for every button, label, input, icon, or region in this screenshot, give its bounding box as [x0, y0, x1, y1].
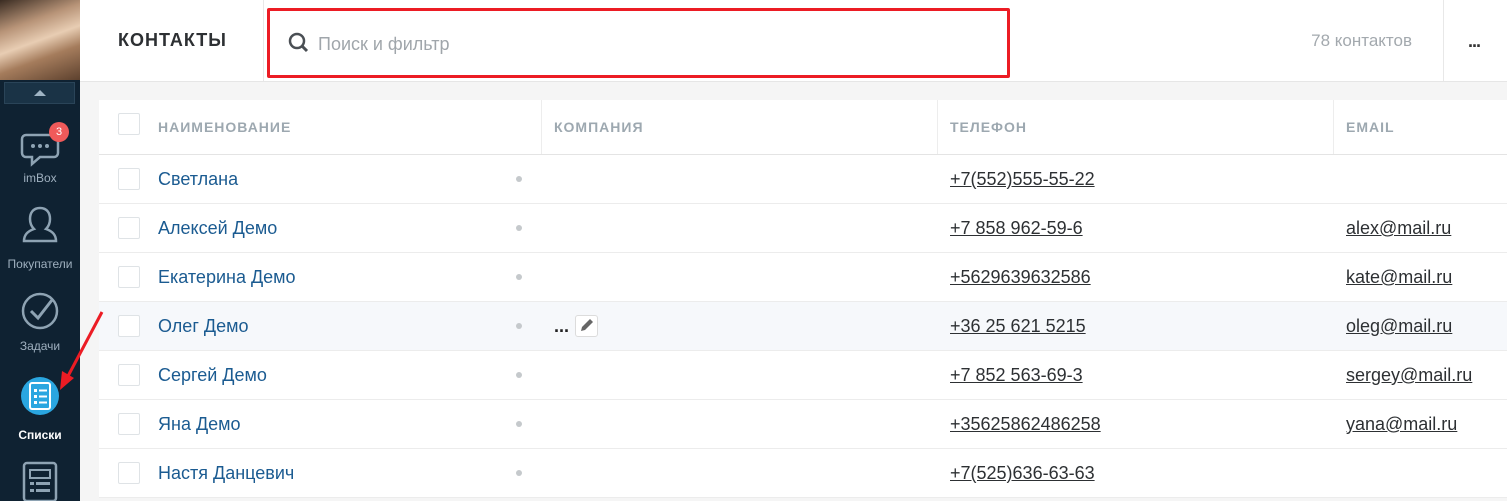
contacts-count: 78 контактов: [1311, 31, 1412, 50]
sidebar-item-catalog[interactable]: [0, 460, 80, 501]
phone-link[interactable]: +36 25 621 5215: [950, 316, 1086, 337]
sidebar-item-label: Списки: [18, 428, 62, 442]
email-link[interactable]: sergey@mail.ru: [1346, 365, 1472, 386]
search-icon: [288, 32, 309, 53]
sidebar-item-label: Задачи: [19, 339, 61, 353]
sidebar-item-lists[interactable]: Списки: [0, 373, 80, 445]
table-row[interactable]: Яна Демо +35625862486258 yana@mail.ru: [99, 400, 1507, 449]
phone-link[interactable]: +7(525)636-63-63: [950, 463, 1095, 484]
catalog-icon: [22, 461, 58, 501]
edit-company-button[interactable]: [575, 315, 598, 337]
top-bar: КОНТАКТЫ 78 контактов ...: [80, 0, 1507, 82]
pencil-icon: [581, 319, 593, 331]
search-filter-box[interactable]: [267, 8, 1010, 78]
more-options-button[interactable]: ...: [1468, 31, 1481, 52]
column-divider: [1333, 100, 1334, 154]
contact-name-link[interactable]: Яна Демо: [158, 414, 241, 435]
lists-icon: [21, 377, 59, 415]
sidebar-item-customers[interactable]: Покупатели: [0, 203, 80, 273]
row-checkbox[interactable]: [118, 364, 140, 386]
row-checkbox[interactable]: [118, 266, 140, 288]
status-dot: [516, 274, 522, 280]
row-checkbox[interactable]: [118, 168, 140, 190]
email-link[interactable]: yana@mail.ru: [1346, 414, 1457, 435]
column-header-company[interactable]: КОМПАНИЯ: [554, 119, 644, 135]
divider: [263, 0, 264, 81]
phone-link[interactable]: +7 852 563-69-3: [950, 365, 1083, 386]
collapse-up-button[interactable]: [4, 82, 75, 104]
contact-name-link[interactable]: Екатерина Демо: [158, 267, 296, 288]
status-dot: [516, 176, 522, 182]
row-checkbox[interactable]: [118, 217, 140, 239]
contact-name-link[interactable]: Олег Демо: [158, 316, 248, 337]
column-header-email[interactable]: EMAIL: [1346, 119, 1395, 135]
row-checkbox[interactable]: [118, 413, 140, 435]
status-dot: [516, 372, 522, 378]
tasks-check-icon: [21, 292, 59, 330]
user-wallpaper-avatar[interactable]: [0, 0, 80, 80]
table-row[interactable]: Светлана +7(552)555-55-22: [99, 155, 1507, 204]
table-header: НАИМЕНОВАНИЕ КОМПАНИЯ ТЕЛЕФОН EMAIL: [99, 100, 1507, 155]
status-dot: [516, 225, 522, 231]
unread-badge: 3: [49, 122, 69, 142]
contact-name-link[interactable]: Светлана: [158, 169, 238, 190]
column-header-name[interactable]: НАИМЕНОВАНИЕ: [158, 119, 291, 135]
row-checkbox[interactable]: [118, 462, 140, 484]
sidebar-item-label: imBox: [23, 171, 57, 185]
page-title: КОНТАКТЫ: [118, 30, 227, 50]
phone-link[interactable]: +5629639632586: [950, 267, 1091, 288]
sidebar-item-tasks[interactable]: Задачи: [0, 289, 80, 357]
email-link[interactable]: alex@mail.ru: [1346, 218, 1451, 239]
customers-icon: [22, 206, 58, 243]
status-dot: [516, 421, 522, 427]
search-input[interactable]: [316, 29, 920, 59]
select-all-checkbox[interactable]: [118, 113, 140, 135]
phone-link[interactable]: +7 858 962-59-6: [950, 218, 1083, 239]
contact-name-link[interactable]: Алексей Демо: [158, 218, 277, 239]
column-divider: [937, 100, 938, 154]
status-dot: [516, 323, 522, 329]
email-link[interactable]: kate@mail.ru: [1346, 267, 1452, 288]
column-header-phone[interactable]: ТЕЛЕФОН: [950, 119, 1027, 135]
row-checkbox[interactable]: [118, 315, 140, 337]
contacts-table: НАИМЕНОВАНИЕ КОМПАНИЯ ТЕЛЕФОН EMAIL Свет…: [99, 100, 1507, 498]
company-value: ...: [554, 316, 570, 336]
sidebar-item-label: Покупатели: [7, 257, 73, 271]
sidebar: imBox 3 Покупатели Задачи Списки: [0, 0, 80, 501]
table-row[interactable]: Алексей Демо +7 858 962-59-6 alex@mail.r…: [99, 204, 1507, 253]
divider: [1443, 0, 1444, 81]
phone-link[interactable]: +7(552)555-55-22: [950, 169, 1095, 190]
table-row[interactable]: Сергей Демо +7 852 563-69-3 sergey@mail.…: [99, 351, 1507, 400]
contact-name-link[interactable]: Настя Данцевич: [158, 463, 294, 484]
status-dot: [516, 470, 522, 476]
table-row[interactable]: Екатерина Демо +5629639632586 kate@mail.…: [99, 253, 1507, 302]
email-link[interactable]: oleg@mail.ru: [1346, 316, 1452, 337]
contact-name-link[interactable]: Сергей Демо: [158, 365, 267, 386]
phone-link[interactable]: +35625862486258: [950, 414, 1101, 435]
column-divider: [541, 100, 542, 154]
table-row[interactable]: Настя Данцевич +7(525)636-63-63: [99, 449, 1507, 498]
caret-up-icon: [34, 90, 46, 96]
table-row[interactable]: Олег Демо ... +36 25 621 5215 oleg@mail.…: [99, 302, 1507, 351]
